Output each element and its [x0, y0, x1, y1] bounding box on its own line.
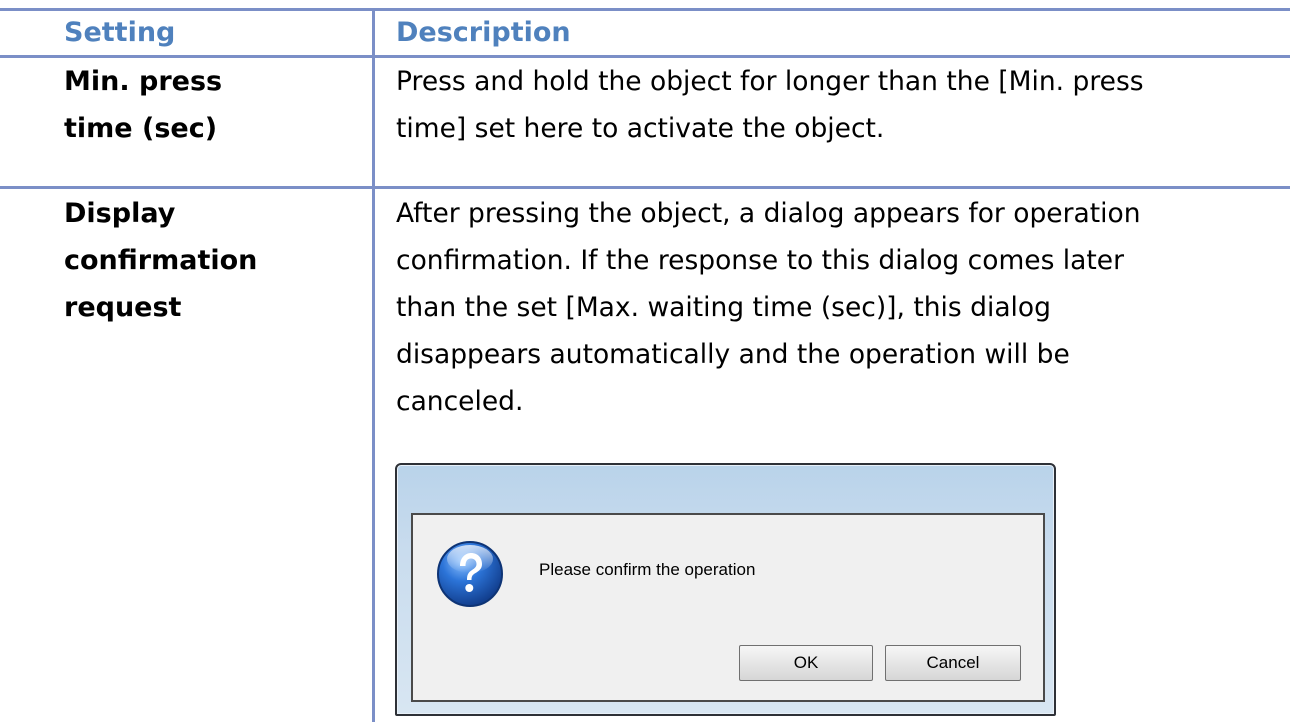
description-line: confirmation. If the response to this di…	[396, 245, 1124, 276]
dialog-body: Please confirm the operation OK Cancel	[411, 513, 1045, 702]
description-line: time] set here to activate the object.	[396, 113, 885, 144]
setting-name-line: confirmation	[64, 245, 258, 276]
column-divider	[372, 8, 375, 722]
dialog-message: Please confirm the operation	[539, 560, 756, 579]
cancel-button[interactable]: Cancel	[885, 645, 1021, 681]
setting-name-line: time (sec)	[64, 113, 218, 144]
setting-name-line: request	[64, 292, 182, 323]
header-setting: Setting	[64, 17, 176, 48]
setting-name-line: Min. press	[64, 66, 223, 97]
row-divider	[0, 186, 1290, 189]
description-line: canceled.	[396, 386, 524, 417]
dialog-titlebar	[397, 465, 1054, 501]
table-top-border	[0, 8, 1290, 11]
confirmation-dialog: Please confirm the operation OK Cancel	[395, 463, 1056, 716]
ok-button[interactable]: OK	[739, 645, 873, 681]
description-line: After pressing the object, a dialog appe…	[396, 198, 1141, 229]
description-line: disappears automatically and the operati…	[396, 339, 1070, 370]
description-line: Press and hold the object for longer tha…	[396, 66, 1144, 97]
question-icon	[435, 539, 505, 609]
settings-table: Setting Description Min. press time (sec…	[0, 0, 1292, 722]
header-description: Description	[396, 17, 571, 48]
description-line: than the set [Max. waiting time (sec)], …	[396, 292, 1051, 323]
setting-name-line: Display	[64, 198, 176, 229]
